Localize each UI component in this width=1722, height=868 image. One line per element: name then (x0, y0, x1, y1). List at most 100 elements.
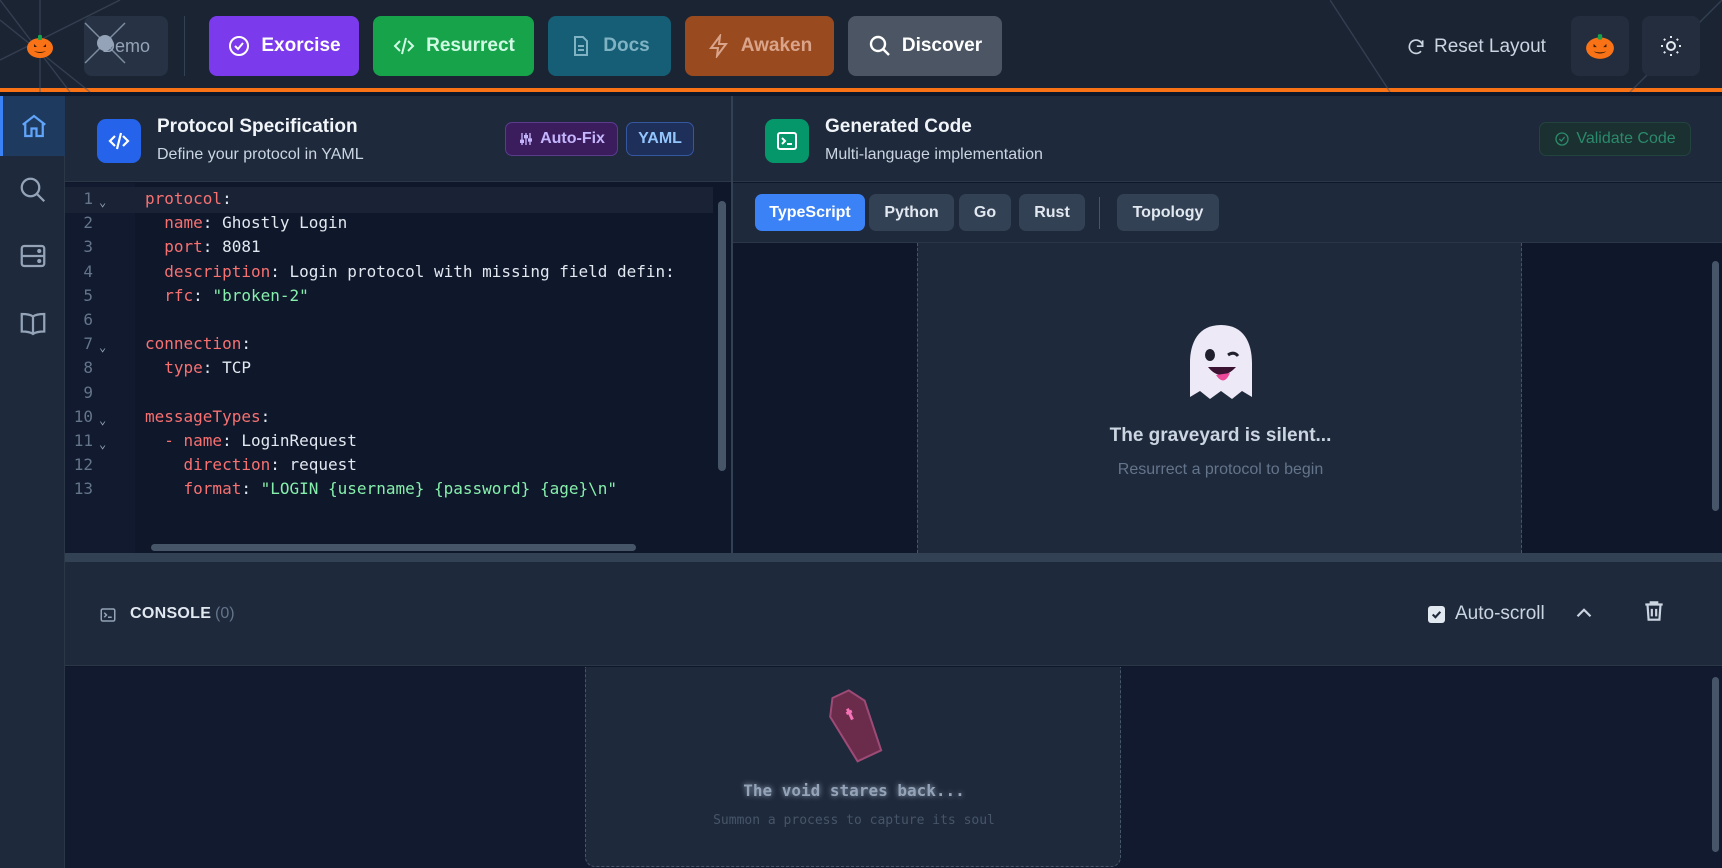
generated-empty-subtitle: Resurrect a protocol to begin (1117, 461, 1324, 478)
line-number: 12 (73, 455, 93, 475)
code-line: messageTypes: (145, 406, 271, 426)
line-number: 11 (73, 431, 93, 450)
check-circle-icon (229, 36, 250, 56)
console-empty-state: The void stares back... Summon a process… (585, 667, 1121, 867)
search-icon (20, 177, 45, 203)
docs-button[interactable]: Docs (548, 16, 671, 76)
line-number: 13 (73, 479, 93, 499)
book-icon (20, 312, 45, 336)
console-scrollbar[interactable] (1708, 667, 1722, 868)
format-badge[interactable]: YAML (626, 122, 694, 156)
spider-icon (84, 22, 126, 64)
language-tabs: TypeScript Python Go Rust Topology (733, 183, 1722, 243)
discover-label: Discover (901, 35, 983, 56)
chevron-up-icon[interactable] (1571, 600, 1597, 626)
exorcise-label: Exorcise (261, 35, 341, 56)
auto-scroll-checkbox[interactable] (1428, 605, 1445, 623)
terminal-icon (765, 119, 809, 163)
tab-go[interactable]: Go (959, 194, 1011, 231)
pumpkin-icon (1586, 34, 1614, 59)
fold-chevron-icon[interactable]: ⌄ (99, 340, 106, 354)
auto-scroll-label: Auto-scroll (1455, 603, 1545, 624)
editor-vertical-scrollbar[interactable] (713, 183, 731, 553)
line-number: 3 (83, 237, 93, 257)
generated-code-header: Generated Code Multi-language implementa… (733, 96, 1722, 182)
editor-horizontal-scrollbar[interactable] (135, 539, 713, 553)
fold-chevron-icon[interactable]: ⌄ (99, 413, 106, 427)
docs-label: Docs (603, 35, 650, 56)
home-icon (22, 114, 46, 138)
spec-panel-title: Protocol Specification (157, 116, 358, 137)
code-line: format: "LOGIN {username} {password} {ag… (145, 479, 618, 499)
protocol-spec-header: Protocol Specification Define your proto… (65, 96, 731, 182)
line-number: 9 (83, 382, 93, 402)
search-icon (869, 35, 890, 56)
document-icon (574, 36, 589, 56)
fold-chevron-icon[interactable]: ⌄ (99, 195, 106, 209)
theme-toggle-button[interactable] (1642, 16, 1700, 76)
reset-layout-button[interactable]: Reset Layout (1406, 30, 1546, 64)
console-empty-subtitle: Summon a process to capture its soul (713, 813, 995, 828)
sidebar-item-docs[interactable] (0, 294, 65, 354)
sidebar-item-home[interactable] (0, 96, 65, 156)
console-empty-title: The void stares back... (743, 781, 965, 800)
top-bar: Demo Exorcise Resurrect Docs Awaken Disc… (0, 0, 1722, 92)
sidebar-item-search[interactable] (0, 160, 65, 220)
auto-fix-button[interactable]: Auto-Fix (505, 122, 618, 156)
line-number: 8 (83, 358, 93, 378)
fold-chevron-icon[interactable]: ⌄ (99, 437, 106, 451)
code-line: protocol: (145, 189, 232, 208)
sliders-icon (520, 133, 533, 145)
topbar-divider (184, 16, 185, 76)
refresh-icon (1408, 39, 1424, 55)
checkmark-icon (1431, 610, 1442, 619)
code-line: connection: (145, 334, 251, 354)
server-icon (20, 244, 45, 268)
spec-panel-subtitle: Define your protocol in YAML (157, 146, 364, 163)
exorcise-button[interactable]: Exorcise (209, 16, 359, 76)
line-number: 5 (83, 285, 93, 305)
code-line: type: TCP (145, 358, 251, 378)
check-circle-icon (1555, 132, 1569, 146)
line-number: 6 (83, 310, 93, 329)
auto-fix-label: Auto-Fix (540, 130, 605, 147)
format-label: YAML (638, 130, 682, 147)
generated-empty-title: The graveyard is silent... (1109, 425, 1332, 446)
generated-code-scrollbar[interactable] (1709, 243, 1722, 553)
console-title: CONSOLE (130, 605, 212, 622)
tab-rust[interactable]: Rust (1019, 194, 1085, 231)
generated-panel-subtitle: Multi-language implementation (825, 146, 1043, 163)
generated-code-area: The graveyard is silent... Resurrect a p… (733, 243, 1722, 553)
yaml-editor[interactable]: 1 ⌄ protocol: 2 name: Ghostly Login 3 port: … (65, 183, 731, 553)
awaken-button[interactable]: Awaken (685, 16, 834, 76)
resurrect-label: Resurrect (426, 35, 515, 56)
validate-code-button[interactable]: Validate Code (1539, 122, 1691, 156)
auto-scroll-toggle[interactable]: Auto-scroll (1428, 598, 1545, 630)
sidebar-item-server[interactable] (0, 226, 65, 286)
reset-layout-label: Reset Layout (1434, 36, 1546, 57)
code-line: description: Login protocol with missing… (145, 261, 675, 281)
pumpkin-theme-button[interactable] (1571, 16, 1629, 76)
discover-button[interactable]: Discover (848, 16, 1002, 76)
ghost-icon (1190, 325, 1252, 399)
validate-code-label: Validate Code (1576, 130, 1676, 147)
generated-panel-title: Generated Code (825, 116, 972, 137)
coffin-icon (829, 689, 883, 763)
line-number: 2 (83, 213, 93, 233)
trash-icon[interactable] (1641, 598, 1667, 624)
code-line: name: Ghostly Login (145, 213, 348, 233)
code-line: - name: LoginRequest (145, 431, 357, 450)
tab-typescript[interactable]: TypeScript (755, 194, 865, 231)
panel-horizontal-splitter[interactable] (65, 553, 1722, 562)
resurrect-button[interactable]: Resurrect (373, 16, 534, 76)
tab-python[interactable]: Python (869, 194, 954, 231)
sidebar (0, 96, 65, 868)
code-line: port: 8081 (145, 237, 261, 257)
lightning-icon (708, 34, 728, 58)
line-number: 4 (83, 261, 93, 281)
console-output: The void stares back... Summon a process… (65, 667, 1722, 868)
tab-topology[interactable]: Topology (1117, 194, 1219, 231)
pumpkin-logo-icon (27, 35, 53, 58)
sun-icon (1661, 36, 1681, 56)
code-line: rfc: "broken-2" (145, 285, 309, 305)
